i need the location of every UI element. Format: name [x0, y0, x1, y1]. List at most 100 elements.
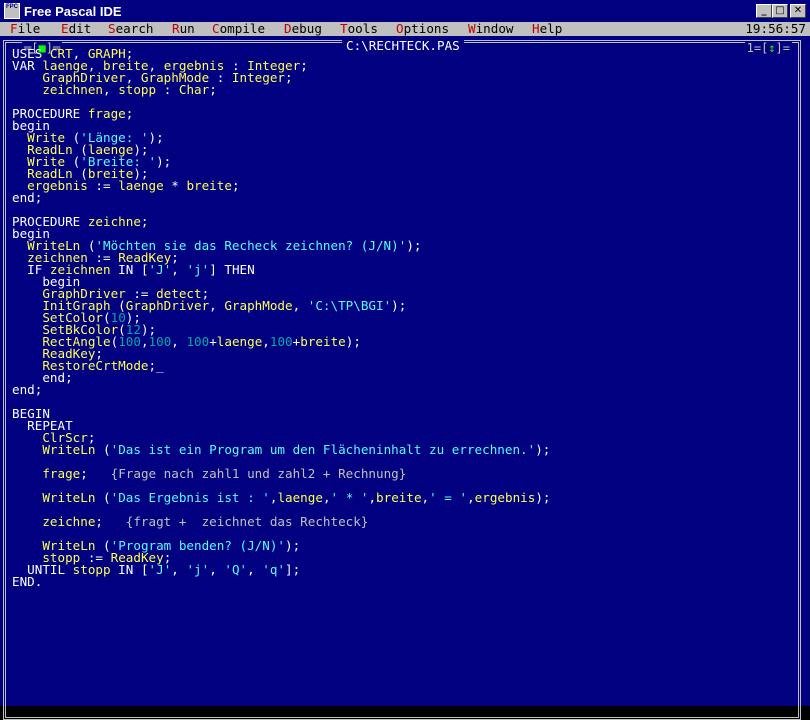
maximize-icon: □ [775, 5, 785, 16]
menu-compile[interactable]: Compile [212, 22, 265, 36]
editor-window[interactable]: ═[■]═ C:\RECHTECK.PAS 1=[↕]= USES CRT, G… [0, 36, 810, 720]
code-token: , [103, 82, 119, 97]
editor-window-number[interactable]: 1=[↕]= [744, 42, 792, 54]
code-token: END [12, 574, 35, 589]
code-token: * [163, 178, 187, 193]
code-line: BEGIN [12, 407, 551, 420]
code-token: , [209, 562, 225, 577]
menu-run[interactable]: Run [172, 22, 195, 36]
code-token: , [209, 298, 225, 313]
code-token: ergebnis [474, 490, 536, 505]
code-token: ); [535, 490, 551, 505]
code-token: ); [535, 442, 551, 457]
code-token: 'Das Ergebnis ist : ' [110, 490, 270, 505]
code-token: + [209, 334, 217, 349]
menu-options[interactable]: Options [396, 22, 449, 36]
code-token: WriteLn [42, 442, 104, 457]
code-token: 'J' [148, 562, 172, 577]
code-token: ; [65, 370, 73, 385]
code-token: frage [87, 106, 126, 121]
code-line: zeichne; {fragt + zeichnet das Rechteck} [12, 514, 551, 529]
code-token: ; [300, 58, 308, 73]
menu-window[interactable]: Window [468, 22, 514, 36]
maximize-button[interactable]: □ [772, 4, 788, 18]
code-token: zeichne [87, 214, 141, 229]
code-token: ; [140, 214, 149, 229]
code-token: end [42, 370, 66, 385]
code-token: [ [140, 562, 149, 577]
code-token: , [368, 490, 377, 505]
code-token: ]; [285, 562, 301, 577]
code-token: 'Q' [224, 562, 248, 577]
code-token: laenge [118, 178, 164, 193]
code-token: 'C:\TP\BGI' [307, 298, 392, 313]
code-token: 100 [186, 334, 210, 349]
code-token: zeichne [42, 514, 96, 529]
code-token: ' * ' [330, 490, 369, 505]
code-token: ; [209, 82, 217, 97]
code-line: frage; {Frage nach zahl1 und zahl2 + Rec… [12, 466, 551, 481]
close-button[interactable]: ✕ [790, 4, 806, 18]
code-token: , [292, 298, 308, 313]
code-token: . [34, 574, 43, 589]
code-token: , [322, 490, 331, 505]
code-token: WriteLn [42, 490, 104, 505]
code-token: ; [34, 190, 43, 205]
code-token: breite [376, 490, 422, 505]
menu-bar: File Edit Search Run Compile Debug Tools… [0, 22, 810, 36]
code-line: end; [12, 190, 551, 205]
code-token: ); [406, 238, 422, 253]
app-icon[interactable]: FPC [4, 3, 20, 19]
code-token: ); [285, 538, 301, 553]
code-token: 'Das ist ein Program um den Flächeninhal… [110, 442, 536, 457]
code-token: ;_ [148, 358, 164, 373]
window-title: Free Pascal IDE [24, 4, 122, 19]
menu-tools[interactable]: Tools [340, 22, 378, 36]
code-token: 100 [148, 334, 172, 349]
code-line: ergebnis := laenge * breite; [12, 178, 551, 193]
code-line: WriteLn ('Das Ergebnis ist : ',laenge,' … [12, 490, 551, 505]
code-token: , [421, 490, 430, 505]
code-token: ); [391, 298, 407, 313]
code-token: ' = ' [429, 490, 468, 505]
code-token: [ [140, 262, 149, 277]
code-token: {Frage nach zahl1 und zahl2 + Rechnung} [110, 466, 407, 481]
code-token: , [171, 334, 187, 349]
code-token: ; [125, 106, 134, 121]
code-token: IN [110, 562, 141, 577]
code-token: ; [34, 382, 43, 397]
code-token: ( [103, 442, 111, 457]
title-bar: FPC Free Pascal IDE _ □ ✕ [0, 0, 810, 22]
code-token: ); [148, 130, 164, 145]
code-line: WriteLn ('Das ist ein Program um den Flä… [12, 442, 551, 457]
code-token: Char [178, 82, 210, 97]
code-token: ; [285, 70, 293, 85]
menu-edit[interactable]: Edit [61, 22, 91, 36]
code-token: , [262, 334, 270, 349]
code-token: ; [231, 178, 240, 193]
minimize-icon: _ [761, 5, 767, 16]
code-token: laenge [216, 334, 263, 349]
menu-search[interactable]: Search [108, 22, 154, 36]
code-token: 'q' [262, 562, 286, 577]
code-line: END. [12, 574, 551, 589]
code-token: GraphMode [224, 298, 293, 313]
code-area[interactable]: USES CRT, GRAPH; VAR laenge, breite, erge… [12, 47, 551, 589]
code-token: , [467, 490, 475, 505]
code-token: 'j' [186, 262, 210, 277]
clock: 19:56:57 [745, 21, 806, 36]
menu-file[interactable]: File [10, 22, 40, 36]
code-token: Integer [231, 70, 285, 85]
menu-help[interactable]: Help [532, 22, 562, 36]
code-token: ( [103, 490, 111, 505]
minimize-button[interactable]: _ [756, 4, 772, 18]
menu-debug[interactable]: Debug [284, 22, 322, 36]
code-token: , [171, 262, 187, 277]
code-line: PROCEDURE frage; [12, 106, 551, 121]
code-token: ; [80, 466, 111, 481]
code-token: breite [186, 178, 232, 193]
code-token: {fragt + zeichnet das Rechteck} [125, 514, 369, 529]
code-token: , [247, 562, 263, 577]
code-line: end; [12, 370, 551, 385]
